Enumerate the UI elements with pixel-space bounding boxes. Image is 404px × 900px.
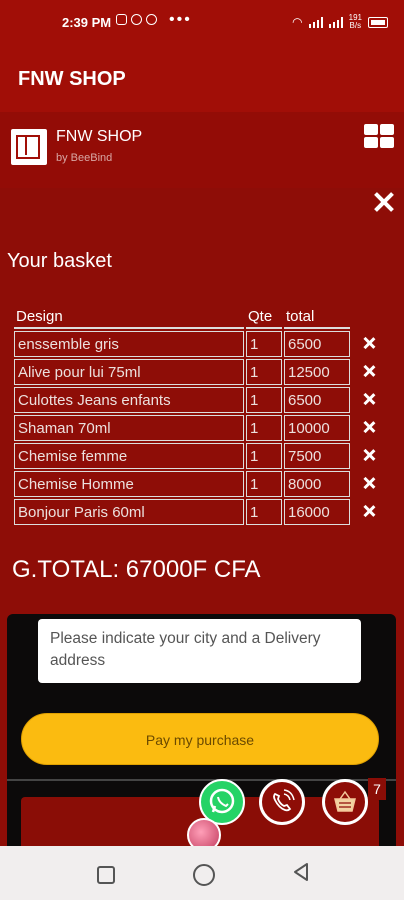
brand-name: FNW SHOP	[56, 128, 143, 145]
item-qte: 1	[246, 443, 282, 469]
item-qte: 1	[246, 415, 282, 441]
item-design: enssemble gris	[14, 331, 244, 357]
item-total: 6500	[284, 331, 350, 357]
item-total: 8000	[284, 471, 350, 497]
delivery-address-input[interactable]: Please indicate your city and a Delivery…	[38, 619, 361, 683]
telegram-icon	[146, 14, 157, 25]
site-header: FNW SHOP by BeeBind	[0, 112, 404, 188]
item-qte: 1	[246, 359, 282, 385]
item-total: 6500	[284, 387, 350, 413]
table-row: Chemise femme 1 7500	[14, 443, 386, 469]
messenger-icon	[131, 14, 142, 25]
app-title: FNW SHOP	[18, 68, 126, 90]
item-qte: 1	[246, 471, 282, 497]
system-status: ◠ 191 B/s	[292, 14, 388, 30]
item-design: Bonjour Paris 60ml	[14, 499, 244, 525]
item-qte: 1	[246, 331, 282, 357]
signal-icon-2	[328, 16, 343, 28]
close-icon[interactable]	[363, 337, 375, 349]
column-header-qte: Qte	[246, 306, 282, 329]
close-icon[interactable]	[363, 421, 375, 433]
home-icon[interactable]	[193, 864, 215, 886]
recents-icon[interactable]	[97, 866, 115, 884]
column-header-design: Design	[14, 306, 244, 329]
item-design: Shaman 70ml	[14, 415, 244, 441]
shop-logo[interactable]	[11, 129, 47, 165]
brand-subtitle: by BeeBind	[56, 152, 113, 164]
back-icon[interactable]	[292, 862, 310, 882]
remove-item-button[interactable]	[352, 359, 386, 385]
phone-call-icon[interactable]	[259, 779, 305, 825]
item-qte: 1	[246, 387, 282, 413]
gallery-icon	[116, 14, 127, 25]
grand-total: G.TOTAL: 67000F CFA	[12, 556, 261, 583]
app-bar: FNW SHOP	[0, 44, 404, 112]
notification-icons: •••	[116, 10, 192, 28]
table-row: Shaman 70ml 1 10000	[14, 415, 386, 441]
item-total: 12500	[284, 359, 350, 385]
basket-icon[interactable]	[322, 779, 368, 825]
item-qte: 1	[246, 499, 282, 525]
remove-item-button[interactable]	[352, 499, 386, 525]
system-nav-bar	[0, 846, 404, 900]
battery-icon	[368, 16, 388, 28]
table-row: Bonjour Paris 60ml 1 16000	[14, 499, 386, 525]
basket-table: Design Qte total enssemble gris 1 6500 Aliv…	[12, 304, 388, 527]
close-icon[interactable]	[363, 477, 375, 489]
remove-item-button[interactable]	[352, 331, 386, 357]
remove-item-button[interactable]	[352, 415, 386, 441]
close-icon[interactable]	[363, 505, 375, 517]
table-row: Chemise Homme 1 8000	[14, 471, 386, 497]
pay-button[interactable]: Pay my purchase	[21, 713, 379, 765]
cart-count-badge: 7	[368, 778, 386, 800]
remove-item-button[interactable]	[352, 471, 386, 497]
item-total: 16000	[284, 499, 350, 525]
menu-grid-icon[interactable]	[364, 124, 394, 148]
item-total: 10000	[284, 415, 350, 441]
item-design: Chemise femme	[14, 443, 244, 469]
item-design: Culottes Jeans enfants	[14, 387, 244, 413]
close-icon[interactable]	[372, 190, 396, 214]
basket-title: Your basket	[7, 250, 112, 272]
more-dots-icon: •••	[169, 10, 192, 28]
signal-icon	[308, 16, 323, 28]
status-time: 2:39 PM	[62, 15, 112, 30]
remove-item-button[interactable]	[352, 443, 386, 469]
column-header-total: total	[284, 306, 350, 329]
close-icon[interactable]	[363, 393, 375, 405]
wifi-icon: ◠	[292, 15, 303, 29]
table-row: enssemble gris 1 6500	[14, 331, 386, 357]
item-design: Alive pour lui 75ml	[14, 359, 244, 385]
status-bar: 2:39 PM ••• ◠ 191 B/s	[0, 0, 404, 44]
table-row: Culottes Jeans enfants 1 6500	[14, 387, 386, 413]
network-speed: 191 B/s	[348, 13, 362, 30]
close-icon[interactable]	[363, 365, 375, 377]
remove-item-button[interactable]	[352, 387, 386, 413]
item-total: 7500	[284, 443, 350, 469]
close-icon[interactable]	[363, 449, 375, 461]
item-design: Chemise Homme	[14, 471, 244, 497]
table-row: Alive pour lui 75ml 1 12500	[14, 359, 386, 385]
